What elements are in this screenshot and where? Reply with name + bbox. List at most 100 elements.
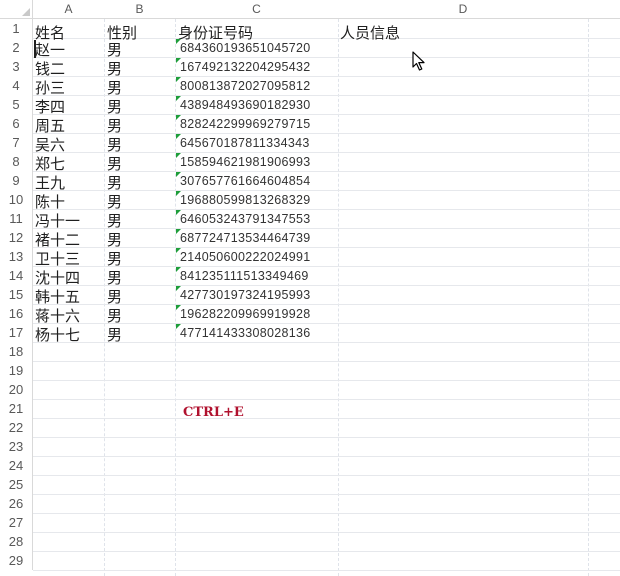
column-header-c[interactable]: C bbox=[175, 0, 338, 19]
header-person-info[interactable]: 人员信息 bbox=[340, 22, 400, 43]
column-header-b[interactable]: B bbox=[104, 0, 175, 19]
row-header[interactable]: 22 bbox=[0, 418, 33, 437]
row-header[interactable]: 28 bbox=[0, 532, 33, 551]
cell-gender[interactable]: 男 bbox=[107, 210, 122, 231]
row-header[interactable]: 23 bbox=[0, 437, 33, 456]
cell-gender[interactable]: 男 bbox=[107, 77, 122, 98]
row-gridline bbox=[33, 399, 620, 400]
cell-gender[interactable]: 男 bbox=[107, 39, 122, 60]
cell-name[interactable]: 韩十五 bbox=[35, 286, 80, 307]
row-header[interactable]: 7 bbox=[0, 133, 33, 152]
row-gridline bbox=[33, 532, 620, 533]
cell-id-number[interactable]: 687724713534464739 bbox=[180, 231, 311, 245]
row-gridline bbox=[33, 361, 620, 362]
row-gridline bbox=[33, 551, 620, 552]
column-header-a[interactable]: A bbox=[33, 0, 104, 19]
row-header[interactable]: 8 bbox=[0, 152, 33, 171]
row-header[interactable]: 25 bbox=[0, 475, 33, 494]
cell-name[interactable]: 冯十一 bbox=[35, 210, 80, 231]
cell-gender[interactable]: 男 bbox=[107, 134, 122, 155]
cell-name[interactable]: 褚十二 bbox=[35, 229, 80, 250]
cell-gender[interactable]: 男 bbox=[107, 96, 122, 117]
mouse-pointer-icon bbox=[412, 51, 425, 71]
row-header[interactable]: 15 bbox=[0, 285, 33, 304]
cell-gender[interactable]: 男 bbox=[107, 305, 122, 326]
cell-name[interactable]: 赵一 bbox=[35, 39, 65, 60]
number-as-text-indicator bbox=[176, 286, 181, 291]
cell-name[interactable]: 郑七 bbox=[35, 153, 65, 174]
cell-id-number[interactable]: 646053243791347553 bbox=[180, 212, 311, 226]
cell-name[interactable]: 卫十三 bbox=[35, 248, 80, 269]
cell-id-number[interactable]: 167492132204295432 bbox=[180, 60, 311, 74]
row-header[interactable]: 9 bbox=[0, 171, 33, 190]
row-header[interactable]: 1 bbox=[0, 19, 33, 38]
cell-gender[interactable]: 男 bbox=[107, 115, 122, 136]
row-header[interactable]: 11 bbox=[0, 209, 33, 228]
cell-gender[interactable]: 男 bbox=[107, 286, 122, 307]
row-header[interactable]: 20 bbox=[0, 380, 33, 399]
row-gridline bbox=[33, 513, 620, 514]
cell-name[interactable]: 孙三 bbox=[35, 77, 65, 98]
select-all-corner[interactable] bbox=[0, 0, 33, 19]
cell-name[interactable]: 蒋十六 bbox=[35, 305, 80, 326]
row-header[interactable]: 4 bbox=[0, 76, 33, 95]
number-as-text-indicator bbox=[176, 248, 181, 253]
row-header[interactable]: 24 bbox=[0, 456, 33, 475]
cell-id-number[interactable]: 828242299969279715 bbox=[180, 117, 311, 131]
row-gridline bbox=[33, 380, 620, 381]
cell-gender[interactable]: 男 bbox=[107, 267, 122, 288]
row-header[interactable]: 13 bbox=[0, 247, 33, 266]
cell-name[interactable]: 吴六 bbox=[35, 134, 65, 155]
cell-id-number[interactable]: 427730197324195993 bbox=[180, 288, 311, 302]
cell-gender[interactable]: 男 bbox=[107, 324, 122, 345]
row-header[interactable]: 3 bbox=[0, 57, 33, 76]
cell-id-number[interactable]: 214050600222024991 bbox=[180, 250, 311, 264]
row-header[interactable]: 18 bbox=[0, 342, 33, 361]
column-header-d[interactable]: D bbox=[338, 0, 588, 19]
row-header[interactable]: 29 bbox=[0, 551, 33, 570]
cell-gender[interactable]: 男 bbox=[107, 191, 122, 212]
cell-name[interactable]: 钱二 bbox=[35, 58, 65, 79]
cell-id-number[interactable]: 645670187811334343 bbox=[180, 136, 310, 150]
cell-gender[interactable]: 男 bbox=[107, 229, 122, 250]
cell-gender[interactable]: 男 bbox=[107, 153, 122, 174]
column-gridline bbox=[175, 19, 176, 576]
row-header[interactable]: 19 bbox=[0, 361, 33, 380]
row-header[interactable]: 12 bbox=[0, 228, 33, 247]
cell-id-number[interactable]: 158594621981906993 bbox=[180, 155, 311, 169]
cell-name[interactable]: 李四 bbox=[35, 96, 65, 117]
spreadsheet[interactable]: ABCD 1 2 3 4 5 6 7 8 9 10 11 12 13 14 15 16 17 18 19 20 21 22… bbox=[0, 0, 620, 576]
cell-id-number[interactable]: 196282209969919928 bbox=[180, 307, 311, 321]
column-header-next[interactable] bbox=[588, 0, 620, 19]
number-as-text-indicator bbox=[176, 305, 181, 310]
cell-id-number[interactable]: 196880599813268329 bbox=[180, 193, 311, 207]
row-header[interactable]: 21 bbox=[0, 399, 33, 418]
row-header[interactable]: 26 bbox=[0, 494, 33, 513]
cell-id-number[interactable]: 307657761664604854 bbox=[180, 174, 311, 188]
cell-name[interactable]: 周五 bbox=[35, 115, 65, 136]
column-gridline bbox=[104, 19, 105, 576]
number-as-text-indicator bbox=[176, 134, 181, 139]
cell-id-number[interactable]: 684360193651045720 bbox=[180, 41, 311, 55]
cell-id-number[interactable]: 438948493690182930 bbox=[180, 98, 311, 112]
row-header[interactable]: 16 bbox=[0, 304, 33, 323]
row-header[interactable]: 27 bbox=[0, 513, 33, 532]
row-header[interactable]: 6 bbox=[0, 114, 33, 133]
number-as-text-indicator bbox=[176, 229, 181, 234]
header-id-number[interactable]: 身份证号码 bbox=[178, 22, 253, 43]
cell-name[interactable]: 王九 bbox=[35, 172, 65, 193]
row-header[interactable]: 14 bbox=[0, 266, 33, 285]
row-header[interactable]: 10 bbox=[0, 190, 33, 209]
row-header[interactable]: 2 bbox=[0, 38, 33, 57]
cell-gender[interactable]: 男 bbox=[107, 58, 122, 79]
cell-id-number[interactable]: 477141433308028136 bbox=[180, 326, 311, 340]
cell-name[interactable]: 陈十 bbox=[35, 191, 65, 212]
cell-id-number[interactable]: 800813872027095812 bbox=[180, 79, 311, 93]
cell-gender[interactable]: 男 bbox=[107, 172, 122, 193]
cell-name[interactable]: 沈十四 bbox=[35, 267, 80, 288]
row-header[interactable]: 5 bbox=[0, 95, 33, 114]
cell-gender[interactable]: 男 bbox=[107, 248, 122, 269]
cell-id-number[interactable]: 841235111513349469 bbox=[180, 269, 309, 283]
cell-name[interactable]: 杨十七 bbox=[35, 324, 80, 345]
row-header[interactable]: 17 bbox=[0, 323, 33, 342]
